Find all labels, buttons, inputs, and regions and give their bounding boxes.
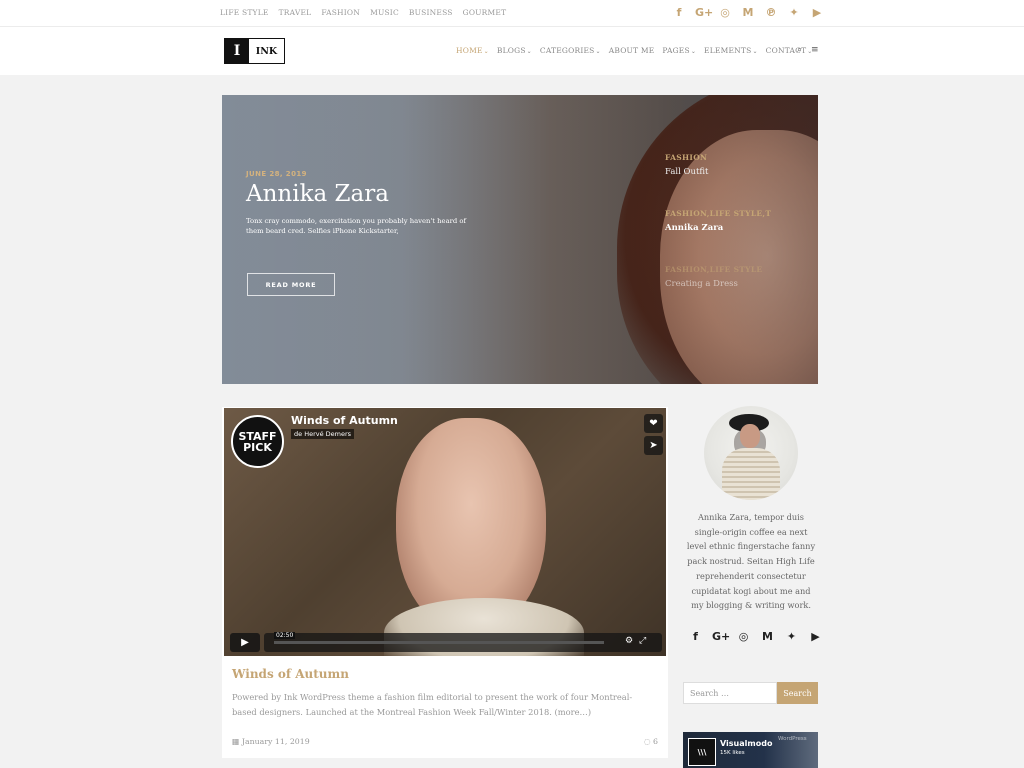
nav-categories[interactable]: CATEGORIES⌄ [540, 46, 601, 55]
chevron-down-icon: ⌄ [483, 48, 489, 55]
hero-side-post[interactable]: FASHION Fall Outfit [665, 153, 805, 177]
nav-blogs[interactable]: BLOGS⌄ [497, 46, 532, 55]
nav-about-me[interactable]: ABOUT ME [609, 46, 655, 55]
nav-pages-label: PAGES [662, 46, 690, 55]
hero-side-post-title: Fall Outfit [665, 167, 709, 177]
nav-elements-label: ELEMENTS [704, 46, 752, 55]
top-nav-gourmet[interactable]: GOURMET [463, 8, 507, 17]
visualmodo-logo: \\\ [688, 738, 716, 766]
twitter-icon[interactable]: ✦ [787, 6, 801, 20]
author-avatar [704, 406, 798, 500]
top-nav-life-style[interactable]: LIFE STYLE [220, 8, 269, 17]
hero-date: JUNE 28, 2019 [246, 170, 307, 178]
facebook-icon[interactable]: f [672, 6, 686, 20]
hero-excerpt: Tonx cray commodo, exercitation you prob… [246, 217, 466, 235]
video-author[interactable]: de Hervé Demers [291, 429, 355, 439]
play-icon[interactable]: ▶ [230, 633, 260, 652]
search-button[interactable]: Search [777, 682, 818, 704]
instagram-icon[interactable]: ◎ [736, 630, 751, 643]
nav-home-label: HOME [456, 46, 483, 55]
video-time: 02:50 [274, 632, 296, 639]
site-logo[interactable]: I INK [224, 38, 285, 64]
youtube-icon[interactable]: ▶ [808, 630, 823, 643]
site-header: I INK HOME⌄ BLOGS⌄ CATEGORIES⌄ ABOUT ME … [0, 27, 1024, 75]
header-icons: ⌕ ≡ [797, 45, 819, 55]
twitter-icon[interactable]: ✦ [784, 630, 799, 643]
widget-brand: WordPress [778, 736, 807, 742]
widget-page-name: Visualmodo [720, 739, 773, 748]
medium-icon[interactable]: M [760, 630, 775, 643]
hero-side-post[interactable]: FASHION,LIFE STYLE Creating a Dress [665, 265, 805, 289]
top-nav-travel[interactable]: TRAVEL [279, 8, 312, 17]
share-icon[interactable]: ➤ [644, 436, 663, 455]
staff-pick-badge: STAFF PICK [231, 415, 284, 468]
top-bar: LIFE STYLE TRAVEL FASHION MUSIC BUSINESS… [0, 0, 1024, 27]
hero-side-post-category: FASHION,LIFE STYLE [665, 265, 763, 274]
avatar-sweater [722, 448, 780, 500]
hero-side-post-category: FASHION [665, 153, 708, 162]
read-more-button[interactable]: READ MORE [247, 273, 335, 296]
hero-side-posts: FASHION Fall Outfit FASHION,LIFE STYLE,T… [665, 153, 805, 321]
hero-side-post-active[interactable]: FASHION,LIFE STYLE,T Annika Zara [665, 209, 805, 233]
top-nav-music[interactable]: MUSIC [370, 8, 399, 17]
logo-text: INK [255, 45, 278, 57]
post-date-text: January 11, 2019 [241, 737, 310, 746]
post-card: STAFF PICK Winds of Autumn de Hervé Deme… [222, 407, 668, 758]
main-nav: HOME⌄ BLOGS⌄ CATEGORIES⌄ ABOUT ME PAGES⌄… [456, 46, 813, 55]
pinterest-icon[interactable]: ℗ [764, 6, 778, 20]
nav-home[interactable]: HOME⌄ [456, 46, 489, 55]
hero-side-post-title: Creating a Dress [665, 279, 738, 289]
video-player[interactable]: STAFF PICK Winds of Autumn de Hervé Deme… [224, 408, 666, 656]
google-plus-icon[interactable]: G+ [695, 6, 713, 20]
post-title[interactable]: Winds of Autumn [232, 667, 349, 681]
like-icon[interactable]: ❤ [644, 414, 663, 433]
comment-count: 6 [653, 737, 658, 746]
avatar-face [740, 424, 760, 448]
video-controls: ▶ 02:50 ⚙ ⤢ [230, 632, 662, 652]
video-control-bar: 02:50 ⚙ ⤢ [264, 632, 662, 652]
medium-icon[interactable]: M [741, 6, 755, 20]
hero-side-post-title: Annika Zara [665, 223, 724, 233]
author-bio: Annika Zara, tempor duis single-origin c… [686, 512, 816, 611]
hero-side-post-category: FASHION,LIFE STYLE,T [665, 209, 772, 218]
chevron-down-icon: ⌄ [595, 48, 601, 55]
facebook-icon[interactable]: f [688, 630, 703, 643]
comment-icon: ◌ [643, 737, 651, 746]
instagram-icon[interactable]: ◎ [718, 6, 732, 20]
post-comments[interactable]: ◌ 6 [644, 737, 658, 746]
fullscreen-icon[interactable]: ⤢ [639, 636, 646, 646]
sidebar-social-links: f G+ ◎ M ✦ ▶ [688, 630, 823, 643]
logo-mark: I [225, 39, 249, 63]
google-plus-icon[interactable]: G+ [712, 630, 730, 643]
top-nav-business[interactable]: BUSINESS [409, 8, 453, 17]
chevron-down-icon: ⌄ [752, 48, 758, 55]
nav-categories-label: CATEGORIES [539, 46, 595, 55]
nav-about-me-label: ABOUT ME [608, 46, 655, 55]
post-date: ▦ January 11, 2019 [232, 737, 310, 746]
calendar-icon: ▦ [232, 737, 240, 746]
youtube-icon[interactable]: ▶ [810, 6, 824, 20]
nav-elements[interactable]: ELEMENTS⌄ [704, 46, 758, 55]
facebook-page-widget[interactable]: \\\ Visualmodo 15K likes WordPress [683, 732, 818, 768]
top-social-links: f G+ ◎ M ℗ ✦ ▶ [672, 6, 824, 20]
search-icon[interactable]: ⌕ [797, 45, 802, 55]
top-nav-fashion[interactable]: FASHION [321, 8, 360, 17]
search-input[interactable]: Search … [683, 682, 777, 704]
video-title[interactable]: Winds of Autumn [291, 414, 398, 427]
post-excerpt: Powered by Ink WordPress theme a fashion… [232, 692, 633, 717]
nav-pages[interactable]: PAGES⌄ [662, 46, 696, 55]
widget-likes: 15K likes [720, 750, 745, 756]
nav-blogs-label: BLOGS [496, 46, 526, 55]
top-nav: LIFE STYLE TRAVEL FASHION MUSIC BUSINESS… [220, 8, 506, 17]
hero-slider: JUNE 28, 2019 Annika Zara Tonx cray comm… [222, 95, 818, 384]
hero-title[interactable]: Annika Zara [246, 181, 389, 207]
settings-icon[interactable]: ⚙ [625, 636, 633, 646]
chevron-down-icon: ⌄ [526, 48, 532, 55]
menu-icon[interactable]: ≡ [811, 45, 819, 55]
chevron-down-icon: ⌄ [690, 48, 697, 55]
video-progress-track[interactable]: 02:50 [274, 632, 604, 644]
